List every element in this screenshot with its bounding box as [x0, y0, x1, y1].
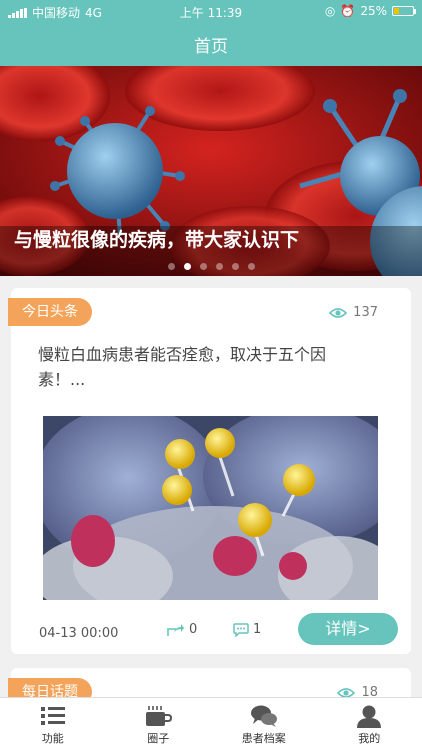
user-icon [357, 705, 382, 728]
comment-button[interactable]: 1 [233, 622, 261, 637]
carousel-dots [168, 263, 255, 270]
lock-rotation-icon: ◎ [324, 4, 336, 18]
publish-date: 04-13 00:00 [39, 626, 119, 641]
share-count: 0 [189, 622, 198, 637]
list-icon [40, 707, 65, 725]
carousel-dot[interactable] [200, 263, 207, 270]
tab-patient-records[interactable]: 患者档案 [211, 698, 317, 750]
comment-icon [233, 622, 249, 637]
eye-icon [329, 307, 348, 318]
tab-functions[interactable]: 功能 [0, 698, 106, 750]
comment-count: 1 [253, 622, 262, 637]
bottom-tab-bar: 功能 圈子 患者档案 我的 [0, 697, 422, 750]
banner-carousel[interactable]: 与慢粒很像的疾病，带大家认识下 [0, 66, 422, 276]
view-count-value: 137 [353, 305, 378, 320]
status-bar: 中国移动 4G 上午 11:39 ◎ ⏰ 25% [0, 0, 422, 22]
share-button[interactable]: 0 [167, 622, 197, 637]
alarm-icon: ⏰ [340, 4, 356, 18]
battery-percent: 25% [360, 4, 387, 18]
tab-label: 功能 [41, 732, 64, 745]
tab-circle[interactable]: 圈子 [106, 698, 212, 750]
banner-caption: 与慢粒很像的疾病，带大家认识下 [14, 229, 300, 251]
article-headline[interactable]: 慢粒白血病患者能否痊愈，取决于五个因素！... [38, 342, 368, 392]
carousel-dot[interactable] [216, 263, 223, 270]
card-tag: 今日头条 [8, 298, 92, 326]
page-title: 首页 [194, 37, 228, 57]
carousel-dot[interactable] [232, 263, 239, 270]
tab-label: 圈子 [147, 732, 170, 745]
share-icon [167, 623, 184, 636]
app-header: 中国移动 4G 上午 11:39 ◎ ⏰ 25% 首页 [0, 0, 422, 66]
article-image[interactable] [43, 416, 378, 600]
news-card[interactable]: 今日头条 137 慢粒白血病患者能否痊愈，取决于五个因素！... 04-13 0… [8, 288, 411, 654]
carousel-dot[interactable] [248, 263, 255, 270]
chat-bubbles-icon [250, 705, 277, 727]
view-count: 137 [329, 305, 378, 320]
tab-mine[interactable]: 我的 [317, 698, 422, 750]
details-button[interactable]: 详情> [298, 613, 398, 645]
battery-icon [392, 6, 416, 16]
tab-label: 患者档案 [241, 732, 286, 745]
carousel-dot-active[interactable] [184, 263, 191, 270]
tab-label: 我的 [358, 732, 381, 745]
carousel-dot[interactable] [168, 263, 175, 270]
coffee-cup-icon [146, 706, 173, 726]
